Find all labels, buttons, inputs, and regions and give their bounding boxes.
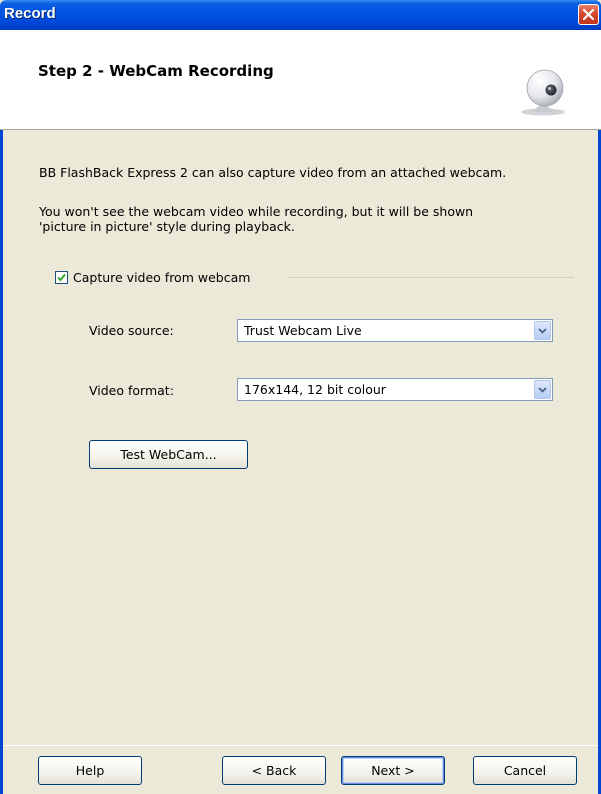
step-title: Step 2 - WebCam Recording xyxy=(38,62,274,80)
webcam-icon xyxy=(521,69,565,116)
video-source-dropdown[interactable]: Trust Webcam Live xyxy=(237,319,553,342)
video-format-dropdown-button[interactable] xyxy=(534,380,551,399)
next-button[interactable]: Next > xyxy=(341,756,445,785)
note-text-line2: 'picture in picture' style during playba… xyxy=(39,219,295,234)
cancel-button[interactable]: Cancel xyxy=(473,756,577,785)
close-button[interactable] xyxy=(578,4,599,25)
window-border-left xyxy=(0,30,3,794)
chevron-down-icon xyxy=(538,387,547,393)
video-format-dropdown[interactable]: 176x144, 12 bit colour xyxy=(237,378,553,401)
title-bar[interactable]: Record xyxy=(0,0,601,30)
capture-webcam-label[interactable]: Capture video from webcam xyxy=(73,270,250,285)
video-source-value: Trust Webcam Live xyxy=(244,323,362,338)
video-format-value: 176x144, 12 bit colour xyxy=(244,382,386,397)
intro-text: BB FlashBack Express 2 can also capture … xyxy=(39,165,507,180)
test-webcam-button[interactable]: Test WebCam... xyxy=(89,440,248,469)
group-divider xyxy=(289,277,574,278)
chevron-down-icon xyxy=(538,328,547,334)
window-title: Record xyxy=(4,5,56,22)
checkmark-icon xyxy=(57,273,66,282)
help-button[interactable]: Help xyxy=(38,756,142,785)
close-icon xyxy=(582,8,595,21)
video-format-label: Video format: xyxy=(89,383,174,398)
video-source-dropdown-button[interactable] xyxy=(534,321,551,340)
note-text-line1: You won't see the webcam video while rec… xyxy=(39,204,474,219)
video-source-label: Video source: xyxy=(89,323,174,338)
capture-webcam-checkbox[interactable] xyxy=(55,271,68,284)
wizard-header: Step 2 - WebCam Recording xyxy=(0,30,601,130)
footer-divider xyxy=(3,745,598,746)
back-button[interactable]: < Back xyxy=(222,756,326,785)
